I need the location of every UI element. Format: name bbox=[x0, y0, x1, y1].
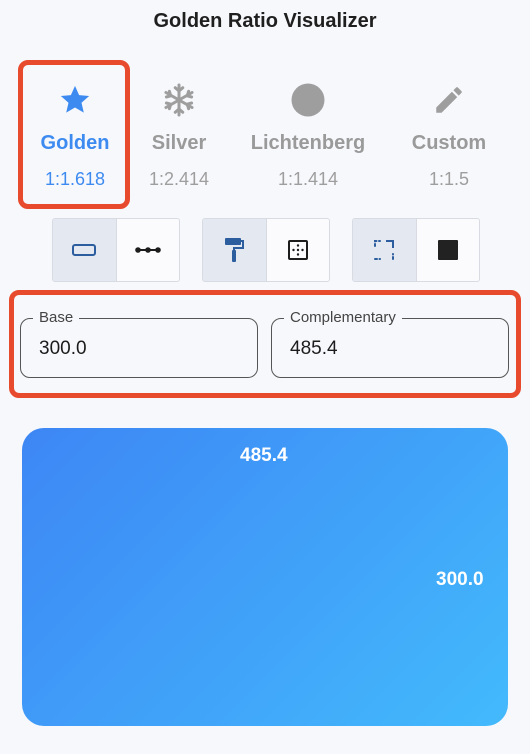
dotted-square-icon bbox=[287, 240, 308, 260]
fill-option[interactable] bbox=[415, 219, 480, 281]
ratio-name: Custom bbox=[411, 132, 487, 154]
ratio-option-lichtenberg[interactable]: Lichtenberg 1:1.414 bbox=[243, 80, 373, 198]
style-toggle bbox=[202, 218, 330, 282]
complementary-field[interactable]: Complementary 485.4 bbox=[271, 309, 509, 378]
line-icon bbox=[134, 247, 161, 253]
pencil-icon bbox=[384, 80, 514, 120]
shape-toggle bbox=[52, 218, 180, 282]
paint-roller-icon bbox=[225, 238, 245, 262]
ratio-value: 1:1.5 bbox=[428, 169, 470, 189]
ratio-name: Lichtenberg bbox=[250, 132, 366, 154]
grid-option[interactable] bbox=[265, 219, 330, 281]
ratio-value: 1:1.414 bbox=[277, 169, 339, 189]
ratio-option-custom[interactable]: Custom 1:1.5 bbox=[384, 80, 514, 198]
dashed-corner-square-icon bbox=[374, 240, 395, 260]
ratio-option-silver[interactable]: Silver 1:2.414 bbox=[114, 80, 244, 198]
fill-toggle bbox=[352, 218, 480, 282]
circle-icon bbox=[243, 80, 373, 120]
rectangle-option[interactable] bbox=[53, 219, 116, 281]
base-label: Base bbox=[33, 309, 80, 326]
app-title: Golden Ratio Visualizer bbox=[153, 10, 377, 32]
ratio-preview-rectangle: 485.4 300.0 bbox=[22, 428, 508, 726]
filled-square-icon bbox=[437, 240, 458, 260]
ratio-name: Silver bbox=[151, 132, 207, 154]
complementary-input[interactable]: 485.4 bbox=[290, 338, 338, 360]
width-dimension-label: 485.4 bbox=[240, 445, 288, 466]
ratio-value: 1:2.414 bbox=[148, 169, 210, 189]
outline-option[interactable] bbox=[353, 219, 416, 281]
base-input[interactable]: 300.0 bbox=[39, 338, 87, 360]
line-option[interactable] bbox=[115, 219, 180, 281]
base-field[interactable]: Base 300.0 bbox=[20, 309, 258, 378]
complementary-label: Complementary bbox=[284, 309, 402, 326]
snowflake-icon bbox=[114, 80, 244, 120]
height-dimension-label: 300.0 bbox=[436, 569, 484, 590]
paint-option[interactable] bbox=[203, 219, 266, 281]
rectangle-icon bbox=[72, 244, 97, 256]
